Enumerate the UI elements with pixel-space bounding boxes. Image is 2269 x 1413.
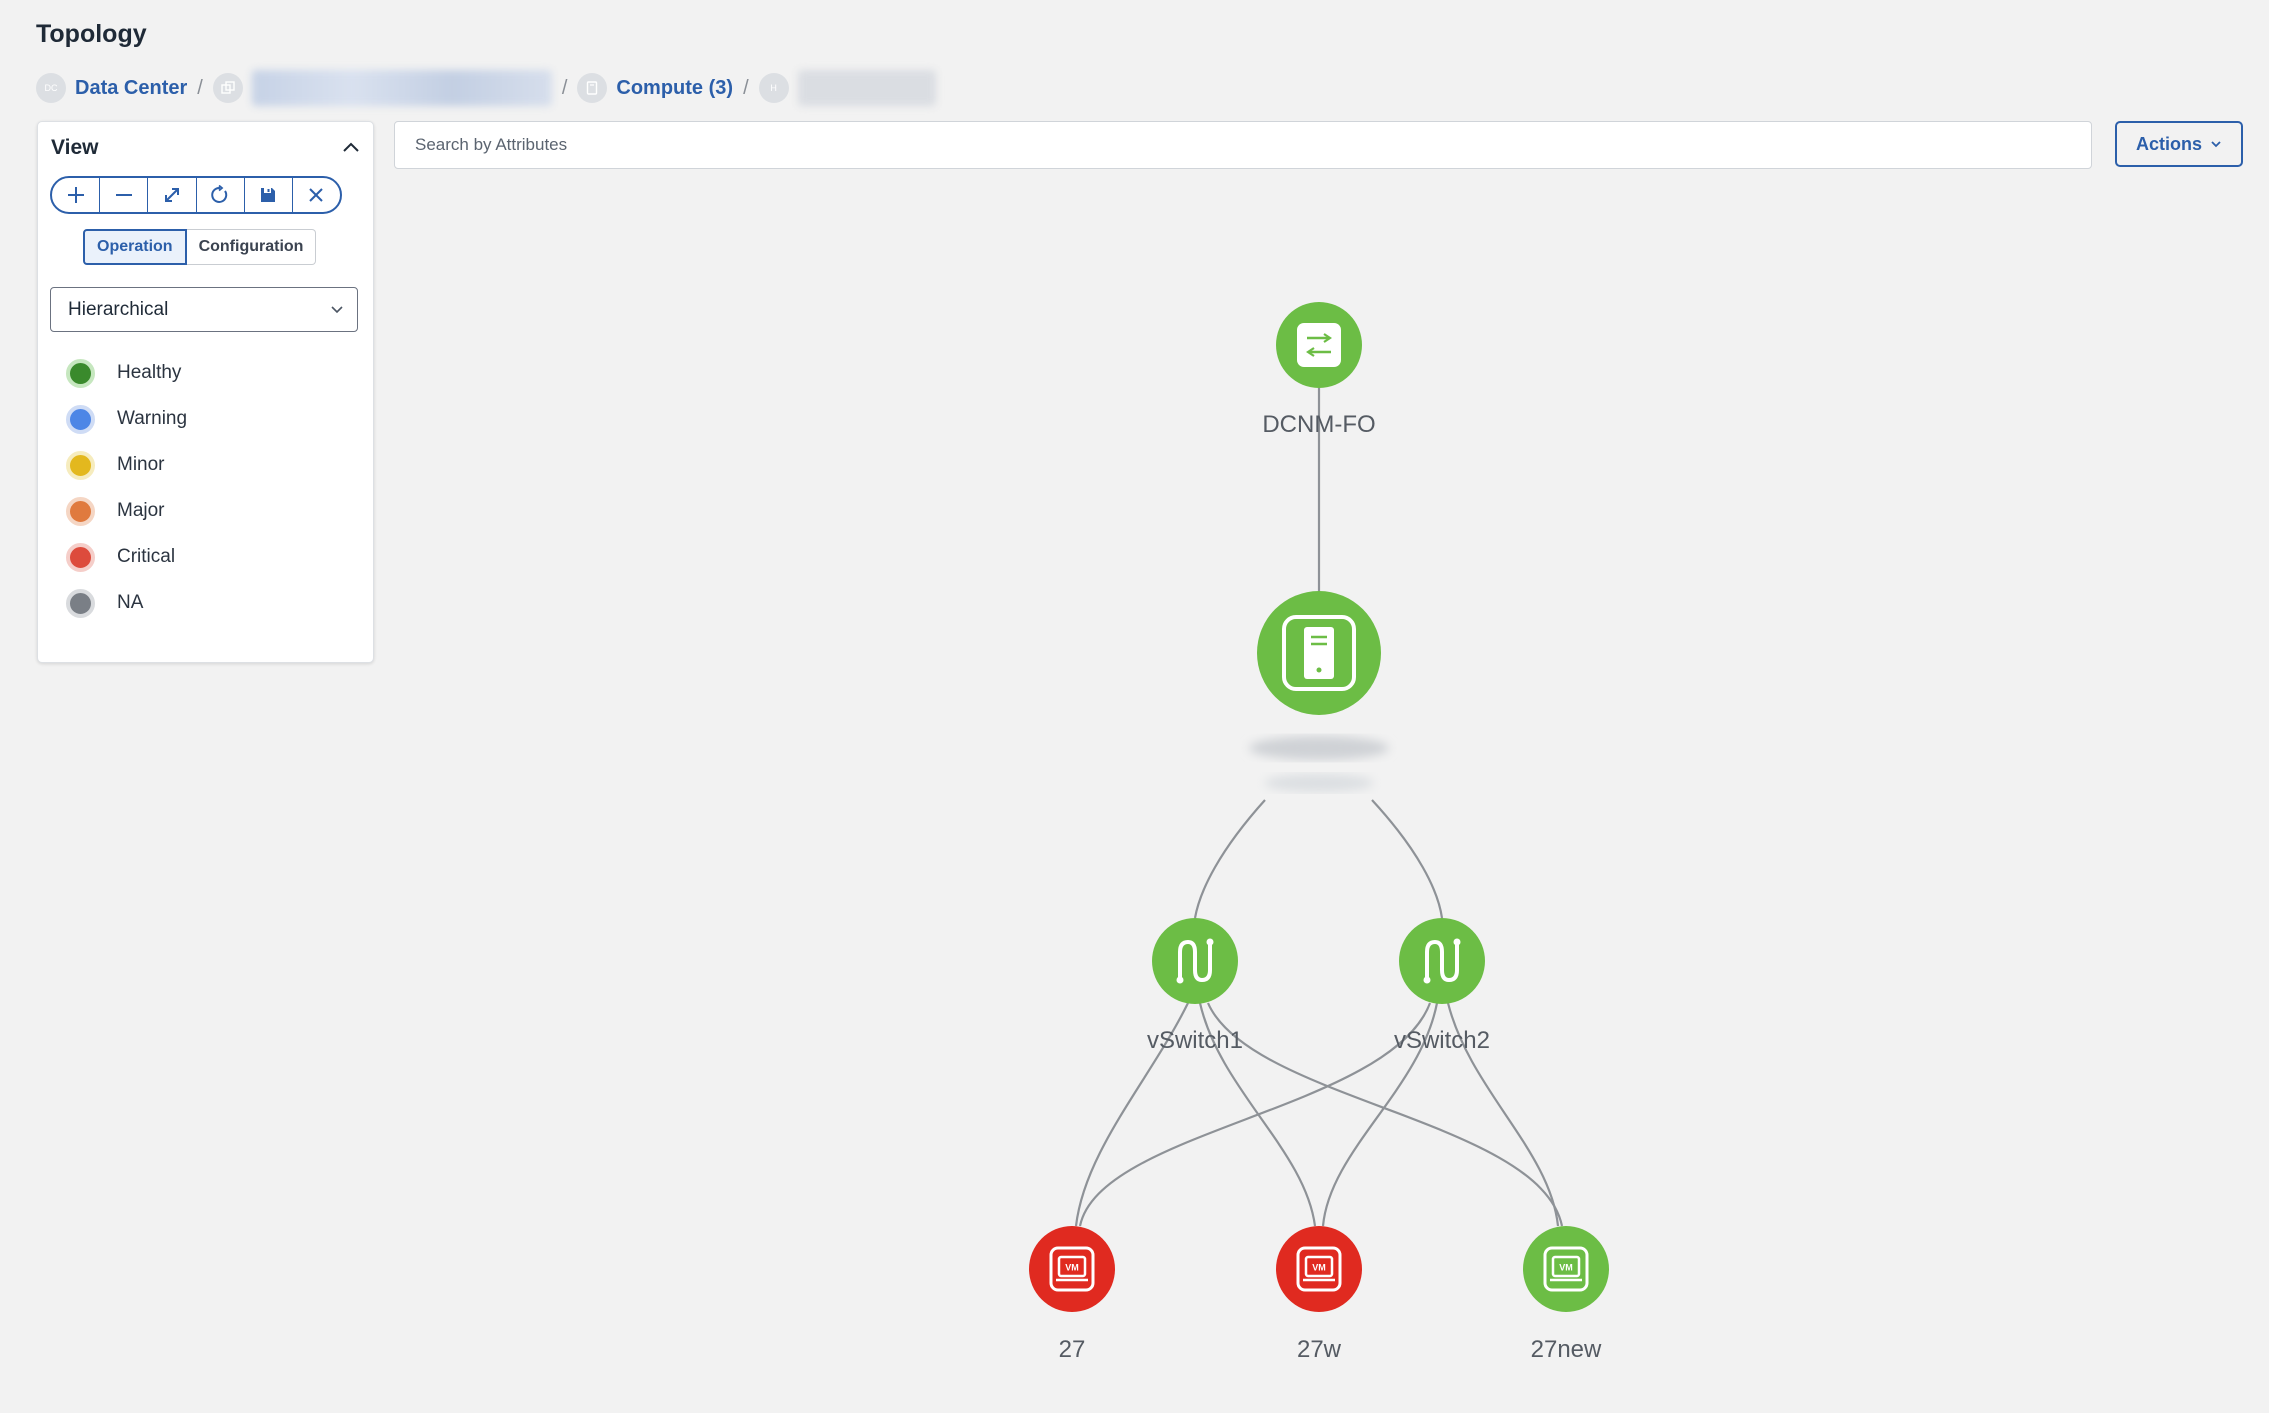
node-host[interactable] (1249, 591, 1389, 792)
node-vs2[interactable]: vSwitch2 (1394, 918, 1490, 1054)
node-vs1[interactable]: vSwitch1 (1147, 918, 1243, 1054)
network-switch-icon (1297, 323, 1341, 367)
host-sublabel-redacted (1264, 774, 1374, 792)
edge-vswitch2-vm27 (1078, 1002, 1432, 1227)
vm-badge-text: VM (1065, 1263, 1079, 1273)
edge-host-vswitch2 (1371, 799, 1444, 919)
vm-badge-text: VM (1312, 1263, 1326, 1273)
edge-host-vswitch1 (1193, 799, 1266, 919)
node-vm27new[interactable]: VM 27new (1523, 1226, 1609, 1363)
node-label: DCNM-FO (1262, 411, 1375, 438)
node-vm27w[interactable]: VM 27w (1276, 1226, 1362, 1363)
node-label: vSwitch1 (1147, 1027, 1243, 1054)
vm-badge-text: VM (1559, 1263, 1573, 1273)
node-dcnm[interactable]: DCNM-FO (1262, 302, 1376, 438)
node-label: 27 (1059, 1336, 1086, 1363)
node-label: vSwitch2 (1394, 1027, 1490, 1054)
node-vm27[interactable]: VM 27 (1029, 1226, 1115, 1363)
node-label: 27new (1531, 1336, 1602, 1363)
topology-graph: DCNM-FO vSwitch1 vSwitch2 VM 27 VM 27w VM 27new (1029, 302, 1609, 1363)
host-label-redacted (1249, 736, 1389, 760)
topology-edges (1074, 388, 1564, 1227)
node-label: 27w (1297, 1336, 1342, 1363)
